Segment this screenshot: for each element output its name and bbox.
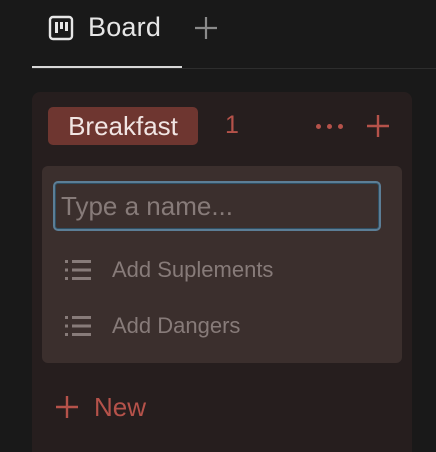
column-add-button[interactable] bbox=[364, 112, 392, 140]
tab-board-label: Board bbox=[88, 12, 162, 42]
plus-icon bbox=[56, 396, 78, 418]
more-horizontal-icon-dot bbox=[338, 124, 343, 129]
property-label: Add Dangers bbox=[112, 313, 241, 338]
column-more-button[interactable] bbox=[314, 114, 346, 136]
tab-board[interactable]: Board bbox=[32, 0, 182, 68]
more-horizontal-icon-dot bbox=[327, 124, 332, 129]
plus-icon bbox=[367, 115, 389, 137]
add-suplements-property[interactable]: Add Suplements bbox=[64, 252, 384, 288]
new-card-button[interactable]: New bbox=[54, 390, 146, 424]
property-label: Add Suplements bbox=[112, 257, 274, 282]
more-horizontal-icon-dot bbox=[316, 124, 321, 129]
board-icon bbox=[48, 15, 74, 41]
new-card-label: New bbox=[94, 391, 147, 422]
plus-icon bbox=[195, 17, 217, 39]
list-icon bbox=[65, 316, 91, 336]
board-column-breakfast: Breakfast 1 Type a name... Add Suplement… bbox=[32, 92, 412, 452]
group-count: 1 bbox=[225, 111, 239, 139]
view-tab-bar: Board bbox=[32, 0, 436, 69]
board-view: Board Breakfast 1 Type a name... Add Sup… bbox=[0, 0, 436, 452]
board-card[interactable]: Add Suplements Add Dangers bbox=[42, 166, 402, 363]
add-dangers-property[interactable]: Add Dangers bbox=[64, 308, 384, 344]
group-tag[interactable]: Breakfast bbox=[48, 107, 198, 145]
card-name-input[interactable] bbox=[53, 181, 381, 231]
list-icon bbox=[65, 260, 91, 280]
add-view-button[interactable] bbox=[192, 14, 220, 42]
